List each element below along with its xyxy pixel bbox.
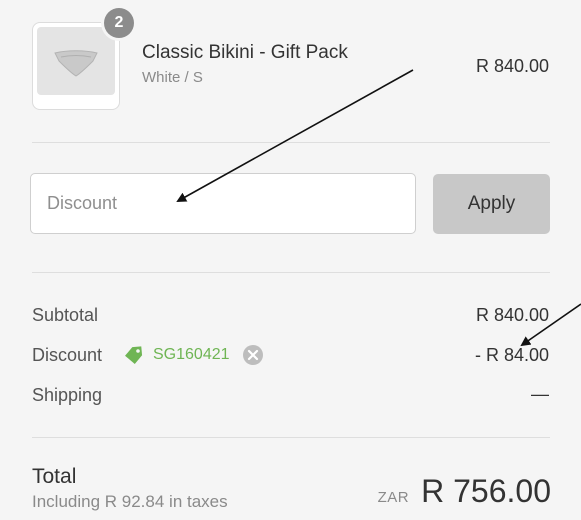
subtotal-label: Subtotal xyxy=(32,305,99,325)
shipping-label: Shipping xyxy=(32,385,103,405)
total-amount: R 756.00 xyxy=(421,473,551,509)
total-label: Total xyxy=(32,465,77,488)
tag-icon xyxy=(125,346,143,364)
quantity-badge: 2 xyxy=(104,8,134,38)
checkout-order-summary: 2 Classic Bikini - Gift Pack White / S R… xyxy=(0,0,581,520)
bikini-bottom-icon xyxy=(54,50,98,77)
subtotal-value: R 840.00 xyxy=(475,305,549,325)
product-name: Classic Bikini - Gift Pack xyxy=(142,42,348,63)
total-value: ZAR R 756.00 xyxy=(378,473,551,510)
product-thumbnail-wrapper: 2 xyxy=(32,8,134,110)
discount-value: - R 84.00 xyxy=(474,345,549,365)
apply-discount-button[interactable]: Apply xyxy=(433,174,550,234)
product-price: R 840.00 xyxy=(475,56,549,76)
product-variant: White / S xyxy=(142,69,203,86)
divider xyxy=(32,437,550,438)
discount-code-text: SG160421 xyxy=(153,346,230,363)
remove-discount-icon[interactable] xyxy=(242,344,264,366)
product-thumbnail xyxy=(32,22,120,110)
applied-discount-code: SG160421 xyxy=(122,343,264,367)
shipping-value: — xyxy=(531,384,549,404)
divider xyxy=(32,272,550,273)
currency-code: ZAR xyxy=(377,489,410,506)
divider xyxy=(32,142,550,143)
discount-code-input[interactable] xyxy=(30,173,416,234)
tax-note: Including R 92.84 in taxes xyxy=(32,492,228,511)
discount-label: Discount xyxy=(32,345,103,365)
